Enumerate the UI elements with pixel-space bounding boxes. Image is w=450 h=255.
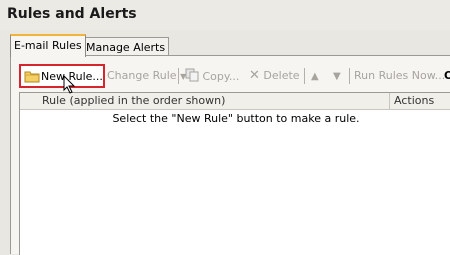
arrow-down-icon: ▼ xyxy=(333,71,341,82)
copy-button[interactable]: Copy... xyxy=(185,68,239,84)
toolbar-separator xyxy=(304,68,305,84)
toolbar-separator xyxy=(349,68,350,84)
tab-manage-alerts[interactable]: Manage Alerts xyxy=(82,37,170,57)
delete-label: Delete xyxy=(263,69,300,82)
overflow-label: O xyxy=(444,69,450,82)
rules-list[interactable]: Rule (applied in the order shown) Action… xyxy=(19,92,450,255)
toolbar-separator xyxy=(178,68,179,84)
move-down-button[interactable]: ▼ xyxy=(333,68,341,84)
title-bar: Rules and Alerts xyxy=(0,0,450,30)
column-header-actions[interactable]: Actions xyxy=(394,93,434,109)
move-up-button[interactable]: ▲ xyxy=(311,68,319,84)
folder-new-icon xyxy=(24,71,40,83)
run-rules-now-button[interactable]: Run Rules Now... xyxy=(354,68,445,84)
copy-label: Copy... xyxy=(202,70,240,83)
run-rules-now-label: Run Rules Now... xyxy=(354,69,446,82)
new-rule-button[interactable]: New Rule... xyxy=(19,64,105,88)
delete-x-icon: ✕ xyxy=(249,68,260,83)
mouse-cursor-icon xyxy=(63,75,76,94)
overflow-button[interactable]: O xyxy=(444,68,450,84)
arrow-up-icon: ▲ xyxy=(311,71,319,82)
window-title: Rules and Alerts xyxy=(7,6,137,22)
delete-button[interactable]: ✕ Delete xyxy=(249,68,300,84)
rules-list-header: Rule (applied in the order shown) Action… xyxy=(20,93,450,110)
rules-panel: New Rule... Change Rule ▼ Copy... ✕ Dele… xyxy=(10,55,450,255)
column-header-rule[interactable]: Rule (applied in the order shown) xyxy=(42,93,225,109)
tab-email-rules[interactable]: E-mail Rules xyxy=(10,34,86,57)
column-divider xyxy=(389,93,390,109)
empty-list-message: Select the "New Rule" button to make a r… xyxy=(112,112,360,125)
copy-icon xyxy=(185,68,199,82)
change-rule-button[interactable]: Change Rule ▼ xyxy=(107,68,186,84)
change-rule-label: Change Rule xyxy=(107,69,177,82)
